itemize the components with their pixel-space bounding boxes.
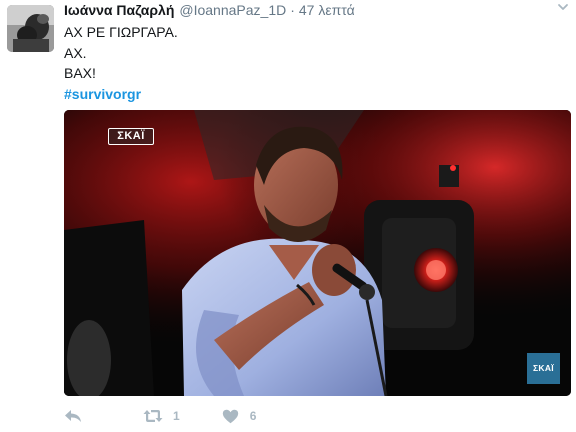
tweet-text-line: ΒΑΧ! [64,65,96,81]
reply-button[interactable] [64,409,82,423]
author-fullname[interactable]: Ιωάννα Παζαρλή [64,2,174,18]
tweet-media-video-frame[interactable]: ΣΚΑΪ ΣΚΑΪ [64,110,571,396]
tweet-text: ΑΧ ΡΕ ΓΙΩΡΓΑΡΑ. ΑΧ. ΒΑΧ! #survivorgr [64,22,178,104]
chevron-down-icon[interactable] [556,0,570,14]
avatar[interactable] [7,5,54,52]
retweet-count: 1 [173,409,180,423]
skai-logo-top: ΣΚΑΪ [108,128,154,145]
tweet-text-line: ΑΧ. [64,44,87,61]
header-separator: · [290,2,295,18]
tweet-timestamp[interactable]: 47 λεπτά [299,2,355,18]
heart-icon [222,409,239,424]
retweet-icon [143,409,163,423]
tweet-text-line: ΑΧ ΡΕ ΓΙΩΡΓΑΡΑ. [64,24,178,40]
video-frame-image [64,110,571,396]
like-button[interactable]: 6 [222,409,257,424]
author-username[interactable]: @IoannaPaz_1D [179,2,286,18]
tweet-actions: 1 6 [64,405,256,427]
like-count: 6 [249,409,257,423]
tweet: Ιωάννα Παζαρλή @IoannaPaz_1D · 47 λεπτά … [0,0,576,432]
reply-icon [64,409,82,423]
skai-logo-bottom: ΣΚΑΪ [527,353,560,384]
hashtag-link[interactable]: #survivorgr [64,84,178,105]
retweet-button[interactable]: 1 [143,409,180,423]
tweet-header: Ιωάννα Παζαρλή @IoannaPaz_1D · 47 λεπτά [64,2,355,20]
